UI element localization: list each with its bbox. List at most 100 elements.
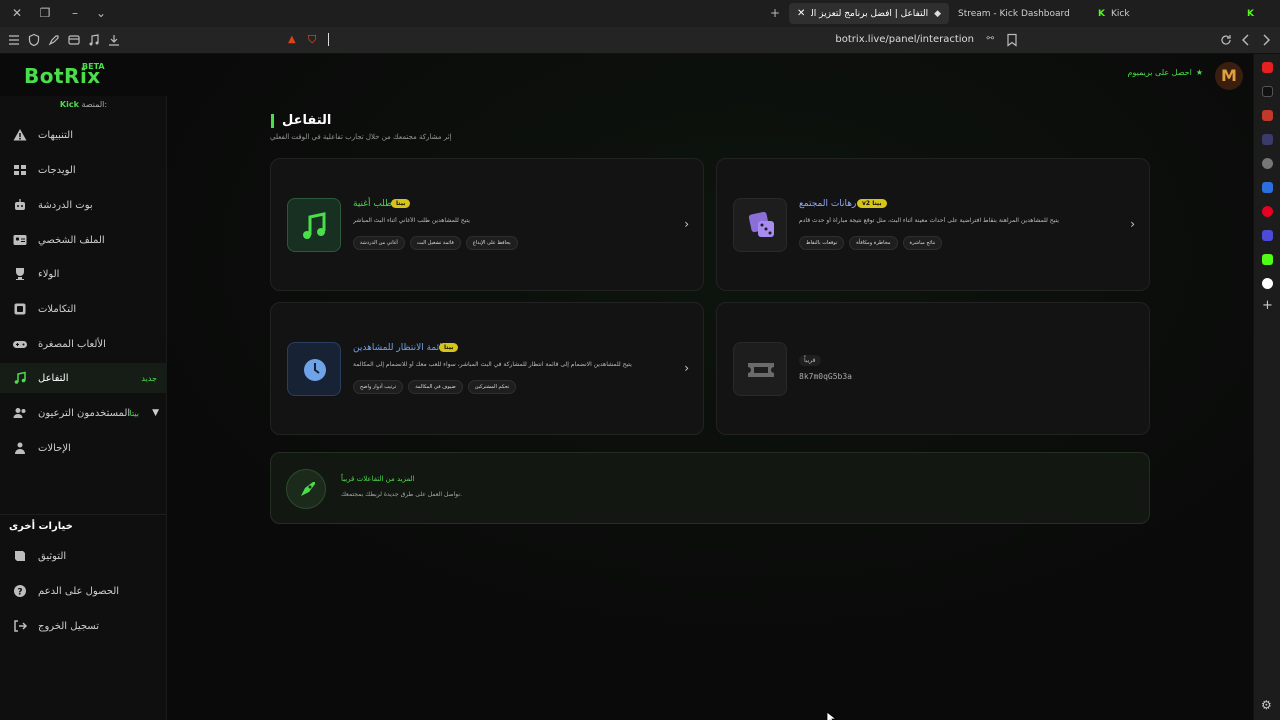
card-tags: ترتيب أدوار واضح ضيوف في المكالمة تحكم ا… bbox=[353, 380, 517, 394]
gear-icon[interactable]: ⚙ bbox=[1261, 698, 1272, 712]
reload-icon[interactable] bbox=[1219, 33, 1233, 47]
other-options-heading: خيارات أخرى bbox=[9, 521, 73, 532]
sidebar-item-label: الولاء bbox=[38, 268, 60, 280]
kick-favicon-icon: K bbox=[1098, 8, 1105, 19]
youtube-icon[interactable] bbox=[1262, 62, 1273, 73]
card-song-request[interactable]: طلب أغنية بيتا يتيح للمشاهدين طلب الأغان… bbox=[270, 158, 704, 291]
get-premium-button[interactable]: احصل على بريميوم ★ bbox=[1127, 68, 1203, 77]
music-icon[interactable] bbox=[87, 33, 101, 47]
chevron-right-icon[interactable]: › bbox=[684, 361, 689, 375]
sidebar-item-label: التفاعل bbox=[38, 372, 69, 384]
tab-interaction[interactable]: ✕ التفاعل | أفضل برنامج لتعزيز البث ◆ bbox=[789, 3, 949, 24]
kick-favicon-icon: K bbox=[1246, 8, 1254, 19]
address-bar[interactable]: ▲ ⛉ botrix.live/panel/interaction ⚯ bbox=[280, 30, 1020, 51]
sidebar-item-logout[interactable]: تسجيل الخروج bbox=[0, 611, 167, 641]
pinterest-icon[interactable] bbox=[1262, 206, 1273, 217]
card-tags: توقعات بالنقاط مخاطرة ومكافأة نتائج مباش… bbox=[799, 236, 943, 250]
new-tab-icon[interactable]: + bbox=[768, 6, 782, 20]
gamepad-icon bbox=[12, 336, 28, 352]
rocket-icon[interactable] bbox=[47, 33, 61, 47]
sidebar-item-referrals[interactable]: الإحالات bbox=[0, 433, 167, 463]
widgets-icon bbox=[12, 162, 28, 178]
star-icon: ★ bbox=[1195, 68, 1203, 77]
status-badge: قريباً bbox=[799, 355, 821, 366]
chevron-right-icon[interactable]: › bbox=[684, 217, 689, 231]
extension-icon[interactable] bbox=[1262, 110, 1273, 121]
sidebar-item-profile[interactable]: الملف الشخصي bbox=[0, 225, 167, 255]
tab-title: التفاعل | أفضل برنامج لتعزيز البث bbox=[811, 8, 929, 19]
tag: تحكم المشتركين bbox=[467, 380, 517, 394]
trophy-icon bbox=[12, 266, 28, 282]
kick-icon[interactable] bbox=[1262, 254, 1273, 265]
ticket-icon bbox=[733, 342, 787, 396]
new-badge: جديد bbox=[141, 373, 157, 383]
tab-kick[interactable]: K Kick K bbox=[1090, 3, 1270, 24]
chevron-down-icon[interactable]: ▼ bbox=[152, 408, 159, 418]
google-icon[interactable] bbox=[1262, 278, 1273, 289]
tab-kick-dashboard[interactable]: Stream - Kick Dashboard bbox=[950, 3, 1080, 24]
sidebar-item-label: الحصول على الدعم bbox=[38, 585, 120, 597]
app-header: BotRix BETA احصل على بريميوم ★ M bbox=[0, 54, 1253, 96]
tiktok-icon[interactable] bbox=[1262, 86, 1273, 97]
card-community-bets[interactable]: رهانات المجتمع v2 بيتا يتيح للمشاهدين ال… bbox=[716, 158, 1150, 291]
tabs-icon[interactable] bbox=[67, 33, 81, 47]
app-r-icon[interactable] bbox=[1262, 230, 1273, 241]
sidebar-item-widgets[interactable]: الويدجات bbox=[0, 155, 167, 185]
sidebar-item-loyalty[interactable]: الولاء bbox=[0, 259, 167, 289]
sidebar-item-alerts[interactable]: التنبيهات bbox=[0, 120, 167, 150]
brave-shield-icon[interactable]: ⛉ bbox=[308, 33, 316, 47]
robot-icon bbox=[12, 197, 28, 213]
forward-icon[interactable] bbox=[1259, 33, 1273, 47]
chatgpt-icon[interactable] bbox=[1262, 158, 1273, 169]
window-restore-icon[interactable]: ❐ bbox=[38, 6, 52, 20]
add-panel-icon[interactable]: + bbox=[1262, 298, 1273, 313]
shield-icon[interactable] bbox=[27, 33, 41, 47]
menu-icon[interactable] bbox=[7, 33, 21, 47]
window-minimize-icon[interactable]: – bbox=[68, 6, 82, 20]
app-w-icon[interactable] bbox=[1262, 182, 1273, 193]
tag: أغاني من الدردشة bbox=[353, 236, 405, 250]
platform-label: المنصة: bbox=[81, 100, 108, 109]
window-close-icon[interactable]: ✕ bbox=[10, 6, 24, 20]
banner-description: نواصل العمل على طرق جديدة لربطك بمجتمعك. bbox=[341, 491, 463, 498]
page-subtitle: إثر مشاركة مجتمعك من خلال تجارب تفاعلية … bbox=[270, 133, 452, 141]
card-viewer-queue[interactable]: قائمة الانتظار للمشاهدين بيتا يتيح للمشا… bbox=[270, 302, 704, 435]
text-cursor bbox=[328, 33, 329, 46]
logo-beta-badge: BETA bbox=[82, 62, 105, 71]
card-description: يتيح للمشاهدين طلب الأغاني أثناء البث ال… bbox=[353, 217, 470, 224]
rocket-icon bbox=[286, 469, 326, 509]
premium-label: احصل على بريميوم bbox=[1127, 68, 1192, 77]
id-card-icon bbox=[12, 232, 28, 248]
banner-title: المزيد من التفاعلات قريباً bbox=[341, 475, 415, 483]
beta-badge: بيتا bbox=[391, 199, 411, 208]
tag: ضيوف في المكالمة bbox=[408, 380, 463, 394]
main-content: التفاعل إثر مشاركة مجتمعك من خلال تجارب … bbox=[167, 96, 1253, 720]
tag: مخاطرة ومكافأة bbox=[849, 236, 898, 250]
beta-badge: v2 بيتا bbox=[857, 199, 887, 208]
sidebar-item-interaction[interactable]: التفاعل جديد bbox=[0, 363, 167, 393]
warning-triangle-icon[interactable]: ▲ bbox=[288, 34, 296, 45]
app-c-icon[interactable] bbox=[1262, 134, 1273, 145]
tag: توقعات بالنقاط bbox=[799, 236, 845, 250]
tab-list-chevron-icon[interactable]: ⌄ bbox=[94, 6, 108, 20]
sidebar-item-chatbot[interactable]: بوت الدردشة bbox=[0, 190, 167, 220]
url-text[interactable]: botrix.live/panel/interaction bbox=[835, 34, 974, 45]
bookmark-icon[interactable] bbox=[1006, 33, 1018, 47]
sidebar-item-support[interactable]: ? الحصول على الدعم bbox=[0, 576, 167, 606]
chevron-right-icon[interactable]: › bbox=[1130, 217, 1135, 231]
users-icon bbox=[12, 405, 28, 421]
beta-badge: بيتا bbox=[439, 343, 459, 352]
sidebar-item-label: بوت الدردشة bbox=[38, 199, 93, 211]
sidebar-item-label: التكاملات bbox=[38, 303, 77, 315]
warning-icon bbox=[12, 127, 28, 143]
back-icon[interactable] bbox=[1239, 33, 1253, 47]
site-settings-icon[interactable]: ⚯ bbox=[986, 34, 994, 44]
avatar[interactable]: M bbox=[1215, 62, 1243, 90]
download-icon[interactable] bbox=[107, 33, 121, 47]
sidebar-item-integrations[interactable]: التكاملات bbox=[0, 294, 167, 324]
sidebar-item-sub-users[interactable]: المستخدمون الترعيون بيتا ▼ bbox=[0, 398, 167, 428]
sidebar-item-label: المستخدمون الترعيون bbox=[38, 407, 131, 419]
tab-close-icon[interactable]: ✕ bbox=[797, 8, 805, 19]
sidebar-item-docs[interactable]: التوثيق bbox=[0, 541, 167, 571]
sidebar-item-minigames[interactable]: الألعاب المصغرة bbox=[0, 329, 167, 359]
